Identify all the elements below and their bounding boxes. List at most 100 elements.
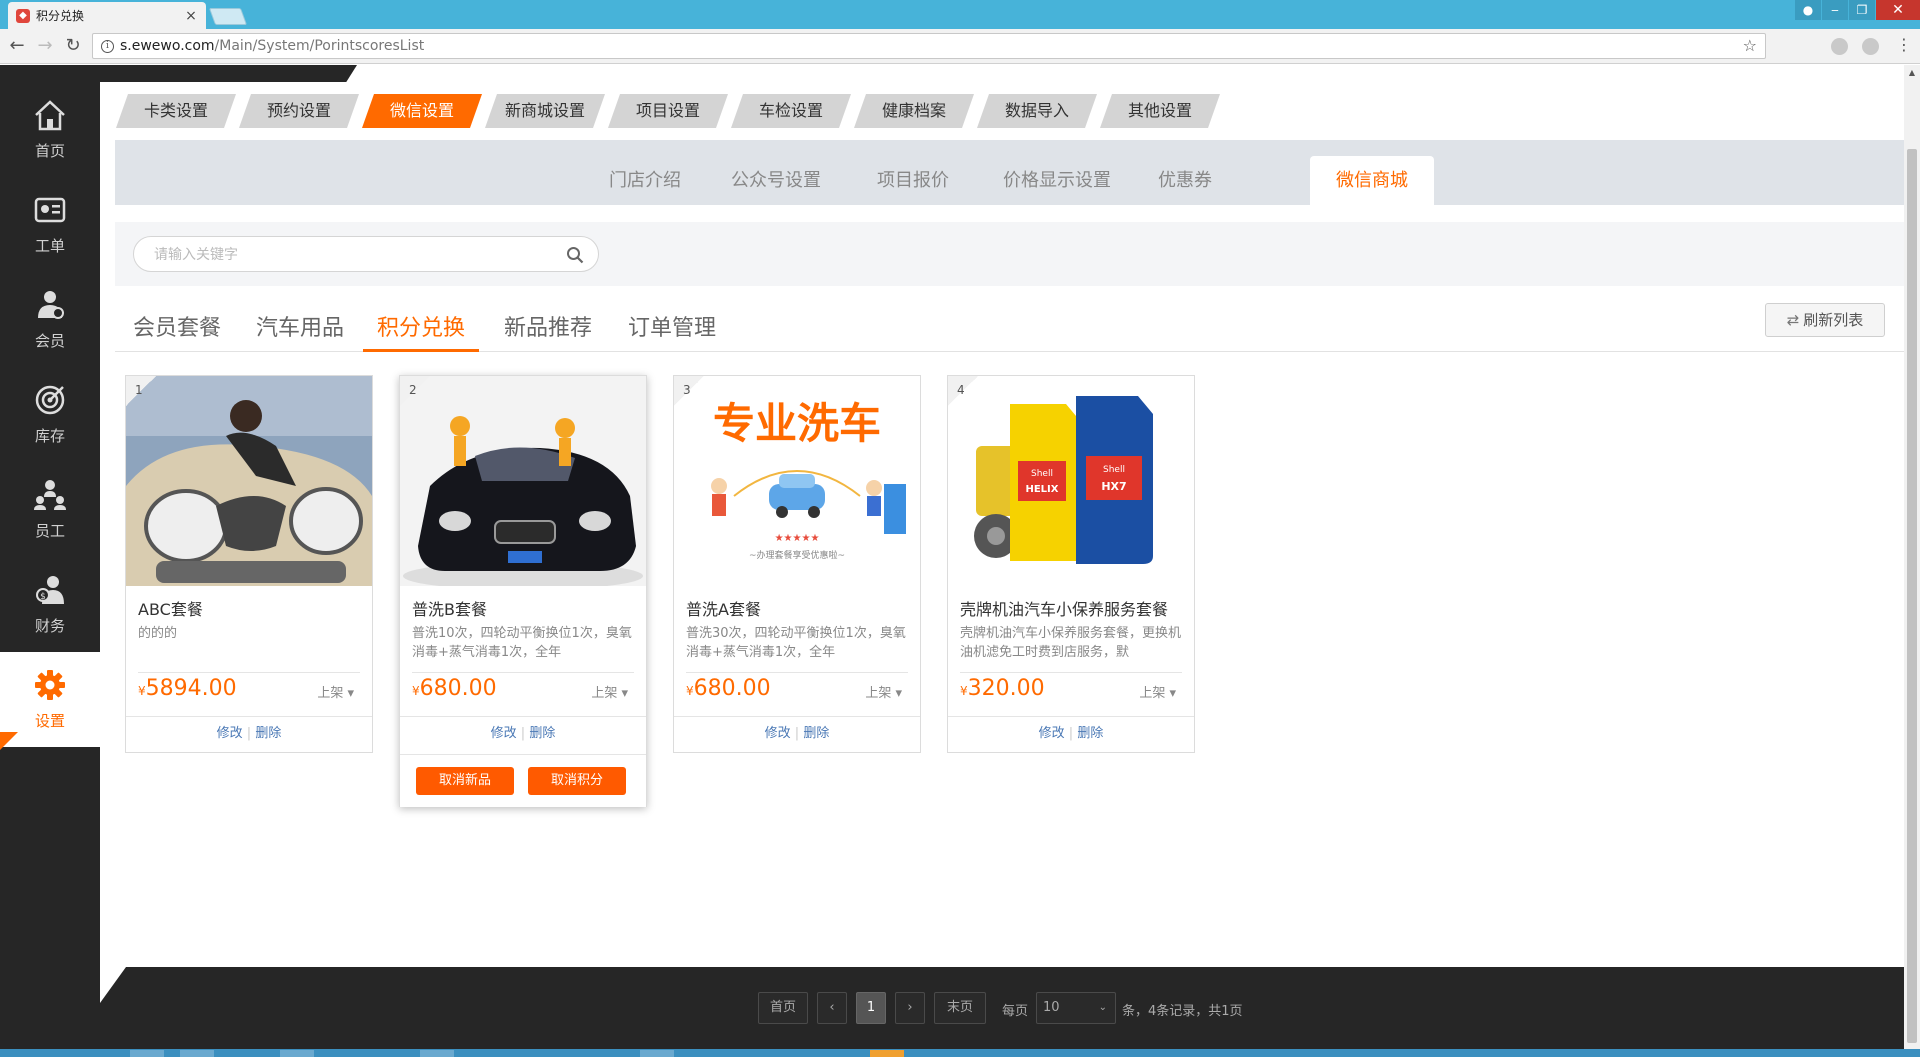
tab-wechat-settings[interactable]: 微信设置	[362, 94, 482, 128]
inventory-icon	[35, 385, 65, 415]
sidebar-item-label: 设置	[34, 712, 65, 730]
current-page-button[interactable]: 1	[856, 992, 886, 1024]
taskbar-app-icon[interactable]	[640, 1050, 674, 1057]
pagination-footer: 首页 ‹ 1 › 末页 每页 10 ⌄ 条，4条记录，共1页	[100, 967, 1904, 1057]
last-page-button[interactable]: 末页	[934, 992, 986, 1024]
bookmark-star-icon[interactable]: ☆	[1743, 36, 1757, 55]
tab-other-settings[interactable]: 其他设置	[1100, 94, 1220, 128]
sidebar-item-work-order[interactable]: 工单	[0, 177, 100, 272]
forward-icon[interactable]: →	[34, 35, 56, 57]
delete-link[interactable]: 删除	[255, 726, 281, 741]
product-image	[126, 376, 372, 586]
delete-link[interactable]: 删除	[803, 726, 829, 741]
sidebar-item-home[interactable]: 首页	[0, 82, 100, 177]
edit-link[interactable]: 修改	[491, 726, 517, 741]
tab-points-exchange[interactable]: 积分兑换	[363, 310, 480, 352]
image-brand: HELIX	[1025, 484, 1058, 495]
site-info-icon[interactable]: i	[101, 39, 114, 53]
product-card[interactable]: 4 Shell HELIX Shell HX7 壳牌机油汽车小保养服务套餐 壳牌…	[947, 375, 1195, 753]
category-tabs: 会员套餐 汽车用品 积分兑换 新品推荐 订单管理 ⇄ 刷新列表	[115, 296, 1904, 352]
search-icon[interactable]	[566, 246, 584, 264]
product-card[interactable]: 3 专业洗车 ★★★★★ ~办理套餐享受优惠啦~ 普洗A套餐 普洗30次，四轮动…	[673, 375, 921, 753]
tab-new-mall-settings[interactable]: 新商城设置	[485, 94, 605, 128]
taskbar-app-icon[interactable]	[420, 1050, 454, 1057]
tab-health-records[interactable]: 健康档案	[854, 94, 974, 128]
product-card[interactable]: 2 普洗B套餐 普洗10次，四轮动平衡换位1次，臭氧消毒+蒸气消毒1次，全年 ¥…	[399, 375, 647, 807]
product-card[interactable]: 1 ABC套餐 的的的 ¥5894.00 上架 ▾ 修改 | 删除	[125, 375, 373, 753]
minimize-icon[interactable]: ‒	[1822, 0, 1848, 20]
edit-link[interactable]: 修改	[217, 726, 243, 741]
svg-text:$: $	[40, 592, 46, 602]
edit-link[interactable]: 修改	[765, 726, 791, 741]
currency-symbol: ¥	[138, 684, 146, 698]
sidebar-item-staff[interactable]: 员工	[0, 462, 100, 557]
url-path: /Main/System/PorintscoresList	[214, 38, 425, 54]
product-desc: 的的的	[138, 626, 178, 641]
tab-data-import[interactable]: 数据导入	[977, 94, 1097, 128]
status-label: 上架	[1139, 686, 1166, 701]
page-scrollbar[interactable]: ▲	[1904, 65, 1920, 1049]
taskbar-app-icon[interactable]	[180, 1050, 214, 1057]
sidebar-item-member[interactable]: 会员	[0, 272, 100, 367]
card-actions: 修改 | 删除	[400, 716, 646, 753]
caret-down-icon: ▾	[621, 686, 628, 701]
tab-card-settings[interactable]: 卡类设置	[116, 94, 236, 128]
tab-price-display[interactable]: 价格显示设置	[987, 156, 1127, 205]
prev-page-button[interactable]: ‹	[817, 992, 847, 1024]
taskbar-app-icon[interactable]	[130, 1050, 164, 1057]
tab-inspection-settings[interactable]: 车检设置	[731, 94, 851, 128]
url-field[interactable]: i s.ewewo.com/Main/System/PorintscoresLi…	[92, 33, 1766, 59]
sidebar-item-label: 财务	[34, 617, 65, 635]
browser-tab[interactable]: ◆ 积分兑换 ×	[8, 2, 206, 29]
sidebar-item-finance[interactable]: $ 财务	[0, 557, 100, 652]
tab-store-intro[interactable]: 门店介绍	[595, 156, 695, 205]
status-dropdown[interactable]: 上架 ▾	[591, 682, 628, 701]
extension-icon[interactable]	[1831, 38, 1848, 55]
next-page-button[interactable]: ›	[895, 992, 925, 1024]
sidebar-item-label: 工单	[34, 237, 65, 255]
tab-coupons[interactable]: 优惠券	[1145, 156, 1225, 205]
status-dropdown[interactable]: 上架 ▾	[865, 682, 902, 701]
tab-car-supplies[interactable]: 汽车用品	[256, 310, 344, 352]
taskbar-app-icon[interactable]	[870, 1050, 904, 1057]
taskbar-app-icon[interactable]	[280, 1050, 314, 1057]
restore-icon[interactable]: ❐	[1849, 0, 1875, 20]
tab-project-settings[interactable]: 项目设置	[608, 94, 728, 128]
reload-icon[interactable]: ↻	[62, 35, 84, 57]
delete-link[interactable]: 删除	[529, 726, 555, 741]
tab-member-packages[interactable]: 会员套餐	[133, 310, 221, 352]
per-page-select[interactable]: 10 ⌄	[1036, 992, 1116, 1024]
delete-link[interactable]: 删除	[1077, 726, 1103, 741]
first-page-button[interactable]: 首页	[758, 992, 808, 1024]
per-page-label: 每页	[1002, 1004, 1029, 1019]
tab-official-account[interactable]: 公众号设置	[715, 156, 837, 205]
svg-text:Shell: Shell	[1103, 465, 1125, 475]
sidebar-item-inventory[interactable]: 库存	[0, 367, 100, 462]
tab-new-products[interactable]: 新品推荐	[504, 310, 592, 352]
status-dropdown[interactable]: 上架 ▾	[317, 682, 354, 701]
scroll-up-icon[interactable]: ▲	[1904, 65, 1920, 81]
staff-icon	[34, 480, 66, 510]
refresh-icon: ⇄	[1786, 311, 1800, 329]
status-dropdown[interactable]: 上架 ▾	[1139, 682, 1176, 701]
search-input[interactable]	[154, 245, 554, 265]
cancel-points-button[interactable]: 取消积分	[528, 767, 626, 795]
tab-booking-settings[interactable]: 预约设置	[239, 94, 359, 128]
new-tab-button[interactable]	[208, 8, 248, 25]
tab-wechat-mall[interactable]: 微信商城	[1310, 156, 1434, 205]
tab-close-icon[interactable]: ×	[184, 8, 198, 24]
sidebar: 首页 工单 会员 库存 员工 $ 财务 设置	[0, 82, 100, 1057]
user-icon[interactable]: ●	[1795, 0, 1821, 20]
card-index: 1	[126, 376, 156, 406]
tab-project-quote[interactable]: 项目报价	[863, 156, 963, 205]
tab-order-management[interactable]: 订单管理	[628, 310, 716, 352]
scroll-thumb[interactable]	[1907, 149, 1917, 1043]
back-icon[interactable]: ←	[6, 35, 28, 57]
cancel-new-product-button[interactable]: 取消新品	[416, 767, 514, 795]
refresh-list-button[interactable]: ⇄ 刷新列表	[1765, 303, 1885, 337]
edit-link[interactable]: 修改	[1039, 726, 1065, 741]
browser-menu-icon[interactable]: ⋮	[1896, 35, 1912, 54]
card-index: 2	[400, 376, 430, 406]
close-window-icon[interactable]: ✕	[1876, 0, 1920, 20]
extension-icon[interactable]	[1862, 38, 1879, 55]
